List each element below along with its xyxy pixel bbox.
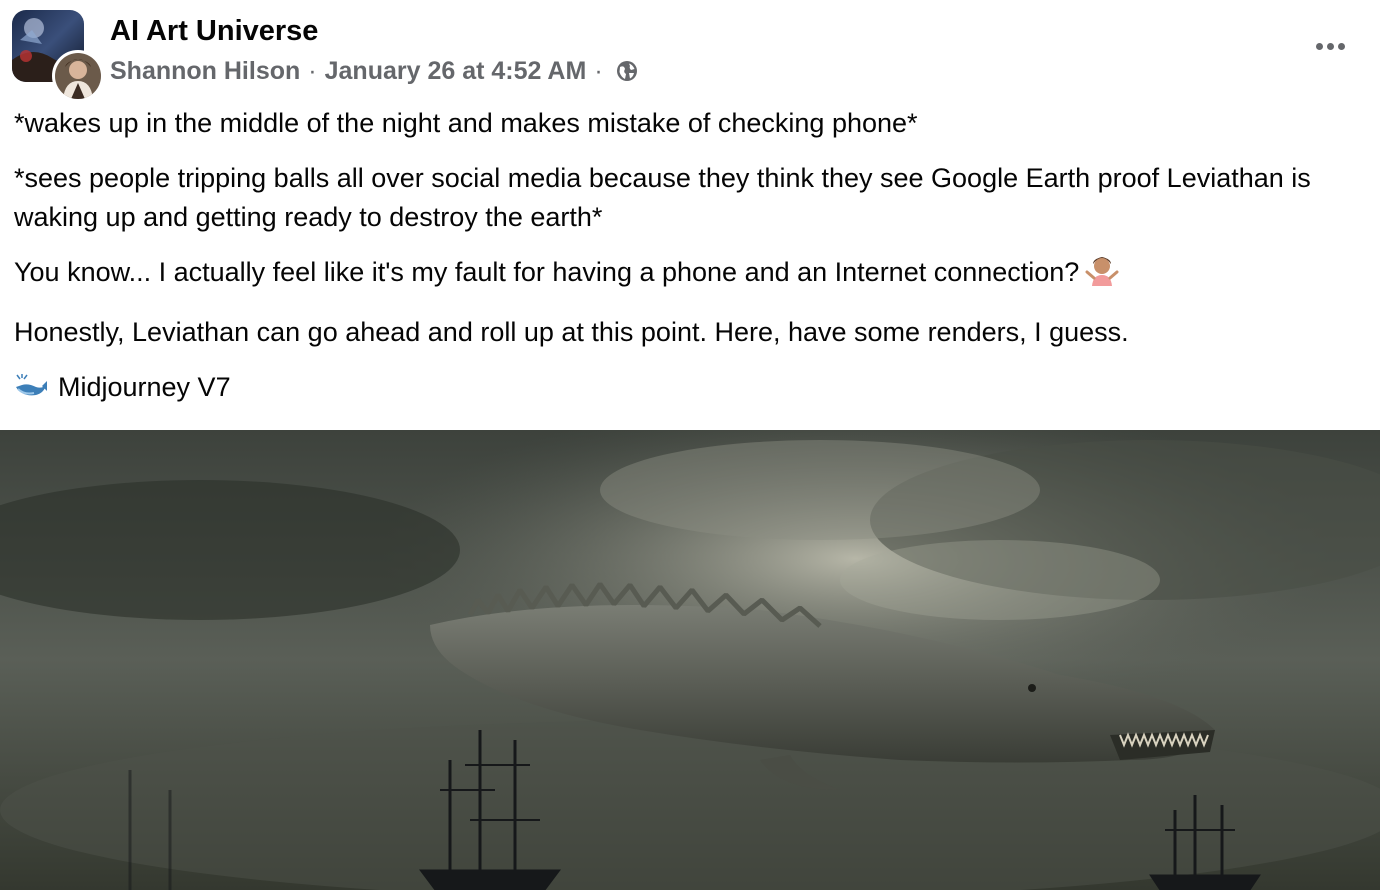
post-body: *wakes up in the middle of the night and…: [14, 104, 1354, 428]
post-paragraph: *wakes up in the middle of the night and…: [14, 108, 918, 138]
post-meta: Shannon Hilson · January 26 at 4:52 AM ·: [110, 56, 639, 86]
more-options-icon: [1315, 42, 1323, 50]
more-options-icon: [1326, 42, 1334, 50]
globe-icon: [615, 59, 639, 83]
meta-separator: ·: [594, 57, 603, 85]
more-options-button[interactable]: [1308, 28, 1352, 64]
post-paragraph-text: You know... I actually feel like it's my…: [14, 257, 1080, 287]
author-avatar[interactable]: [52, 50, 104, 102]
post-timestamp-link[interactable]: January 26 at 4:52 AM: [325, 56, 587, 86]
group-avatar-stack[interactable]: [12, 10, 104, 102]
post-paragraph: You know... I actually feel like it's my…: [14, 253, 1354, 297]
post-paragraph: Midjourney V7: [14, 368, 1354, 412]
post-paragraph: Honestly, Leviathan can go ahead and rol…: [14, 317, 1129, 347]
facebook-post: AI Art Universe Shannon Hilson · January…: [0, 0, 1380, 890]
author-name-link[interactable]: Shannon Hilson: [110, 56, 300, 86]
whale-emoji-icon: [14, 373, 48, 412]
post-paragraph: *sees people tripping balls all over soc…: [14, 163, 1311, 232]
group-name-link[interactable]: AI Art Universe: [110, 14, 318, 48]
person-shrugging-emoji-icon: [1085, 256, 1119, 297]
post-paragraph-text: Midjourney V7: [58, 372, 231, 402]
more-options-icon: [1337, 42, 1345, 50]
meta-separator: ·: [308, 57, 317, 85]
leviathan-render-image[interactable]: [0, 430, 1380, 890]
